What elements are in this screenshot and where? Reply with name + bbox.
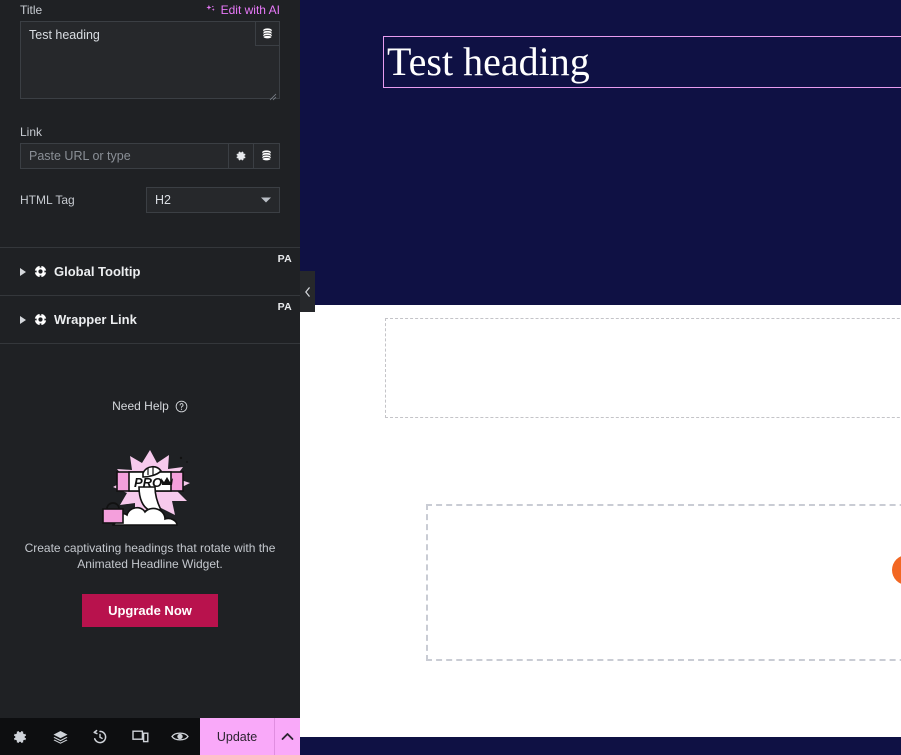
html-tag-value: H2 bbox=[155, 193, 171, 207]
chevron-left-icon bbox=[305, 286, 310, 297]
responsive-mode-button[interactable] bbox=[120, 718, 160, 755]
title-field-group: Title Edit with AI bbox=[0, 0, 300, 104]
link-label: Link bbox=[20, 125, 43, 139]
upgrade-now-button[interactable]: Upgrade Now bbox=[82, 594, 218, 627]
canvas-footer-section bbox=[300, 737, 901, 755]
link-input[interactable] bbox=[20, 143, 228, 169]
database-stack-icon bbox=[261, 150, 272, 162]
pro-promo-block: PRO Create captivating headings that rot… bbox=[0, 447, 300, 627]
section-global-tooltip[interactable]: Global Tooltip PA bbox=[0, 248, 300, 296]
gear-icon bbox=[236, 151, 246, 161]
link-options-button[interactable] bbox=[228, 143, 254, 169]
section-title: Wrapper Link bbox=[54, 312, 137, 327]
bottom-bar-icon-group bbox=[0, 718, 200, 755]
edit-with-ai-button[interactable]: Edit with AI bbox=[205, 3, 280, 17]
sparkles-icon bbox=[205, 4, 215, 12]
update-options-button[interactable] bbox=[274, 718, 300, 755]
link-dynamic-tags-button[interactable] bbox=[254, 143, 280, 169]
empty-container-lower[interactable] bbox=[426, 504, 901, 661]
html-tag-label: HTML Tag bbox=[20, 193, 75, 207]
section-title: Global Tooltip bbox=[54, 264, 141, 279]
title-dynamic-tags-button[interactable] bbox=[255, 22, 279, 46]
canvas-preview[interactable]: Test heading bbox=[300, 0, 901, 755]
html-tag-row: HTML Tag H2 bbox=[0, 187, 300, 213]
pa-gear-icon bbox=[34, 265, 47, 278]
question-circle-icon bbox=[175, 400, 188, 412]
responsive-mode-icon bbox=[131, 730, 149, 743]
triangle-right-icon bbox=[20, 267, 26, 276]
selected-heading-widget[interactable]: Test heading bbox=[383, 36, 901, 88]
link-input-row bbox=[20, 143, 280, 169]
history-button[interactable] bbox=[80, 718, 120, 755]
update-button[interactable]: Update bbox=[200, 718, 274, 755]
html-tag-select[interactable]: H2 bbox=[146, 187, 280, 213]
link-field-group: Link bbox=[0, 122, 300, 169]
widget-settings-panel: Title Edit with AI Test heading Link Pas… bbox=[0, 0, 300, 755]
settings-button[interactable] bbox=[0, 718, 40, 755]
pa-badge: PA bbox=[277, 301, 292, 313]
promo-description: Create captivating headings that rotate … bbox=[24, 541, 276, 571]
editor-bottom-bar: Update bbox=[0, 718, 300, 755]
panel-collapse-toggle[interactable] bbox=[300, 271, 315, 312]
panel-scroll-area[interactable]: Title Edit with AI Test heading Link Pas… bbox=[0, 0, 300, 718]
pro-character-banner-illustration: PRO bbox=[102, 450, 190, 526]
triangle-right-icon bbox=[20, 315, 26, 324]
title-textarea-wrap bbox=[20, 21, 280, 104]
need-help-label: Need Help bbox=[112, 399, 169, 413]
editor-root: Test heading Title Edit with AI Test hea… bbox=[0, 0, 901, 755]
title-label: Title bbox=[20, 3, 43, 17]
chevron-up-icon bbox=[281, 733, 294, 740]
settings-gear-icon bbox=[14, 730, 26, 743]
pa-gear-icon bbox=[34, 313, 47, 326]
section-wrapper-link[interactable]: Wrapper Link PA bbox=[0, 296, 300, 344]
need-help-link[interactable]: Need Help bbox=[0, 399, 300, 413]
link-field-header: Link bbox=[20, 122, 280, 143]
layers-navigator-icon bbox=[53, 730, 67, 744]
preview-eye-icon bbox=[171, 732, 189, 741]
empty-container-upper[interactable] bbox=[385, 318, 901, 418]
navigator-button[interactable] bbox=[40, 718, 80, 755]
database-stack-icon bbox=[262, 27, 273, 39]
history-clock-icon bbox=[93, 729, 107, 743]
pa-badge: PA bbox=[277, 253, 292, 265]
heading-widget-text: Test heading bbox=[387, 39, 590, 84]
chevron-down-icon bbox=[261, 197, 271, 203]
title-input[interactable] bbox=[20, 21, 280, 99]
canvas-hero-section[interactable]: Test heading bbox=[300, 0, 901, 305]
edit-with-ai-label: Edit with AI bbox=[220, 3, 280, 17]
title-field-header: Title Edit with AI bbox=[20, 0, 280, 21]
update-button-group: Update bbox=[200, 718, 300, 755]
preview-button[interactable] bbox=[160, 718, 200, 755]
